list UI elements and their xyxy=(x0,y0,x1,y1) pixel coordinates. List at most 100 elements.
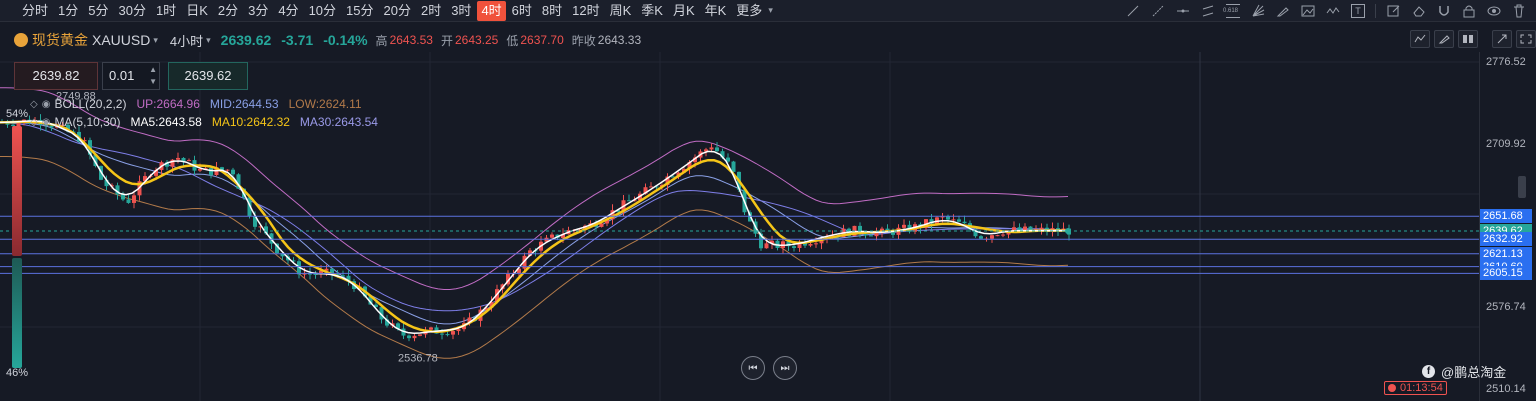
facebook-icon: f xyxy=(1422,365,1435,378)
level-price-label[interactable]: 2621.13 xyxy=(1480,246,1532,261)
pencil-icon[interactable] xyxy=(1272,1,1294,21)
fullscreen-icon[interactable] xyxy=(1516,30,1536,48)
candle-body xyxy=(132,195,136,203)
timeframe-12[interactable]: 2时 xyxy=(417,1,445,21)
axis-tick: 2576.74 xyxy=(1486,301,1526,314)
candle-body xyxy=(440,333,444,335)
stepper-up-icon[interactable]: ▲ xyxy=(149,64,157,76)
wave-icon[interactable] xyxy=(1322,1,1344,21)
symbol-name[interactable]: 现货黄金 xyxy=(32,30,88,50)
fib-icon[interactable]: 0.618 xyxy=(1222,1,1244,21)
timeframe-8[interactable]: 4分 xyxy=(274,1,302,21)
horizontal-line-icon[interactable] xyxy=(1172,1,1194,21)
level-price-label[interactable]: 2605.15 xyxy=(1480,266,1532,281)
candle-body xyxy=(126,199,131,203)
legend-eye-icon[interactable]: ◉ xyxy=(42,117,51,128)
shrink-icon[interactable] xyxy=(1492,30,1512,48)
ray-icon[interactable] xyxy=(1147,1,1169,21)
candle-body xyxy=(627,200,631,202)
scroll-start-button[interactable]: ⏮ xyxy=(741,356,765,380)
stepper-down-icon[interactable]: ▼ xyxy=(149,76,157,88)
text-icon[interactable]: T xyxy=(1347,1,1369,21)
level-price-label[interactable]: 2651.68 xyxy=(1480,209,1532,224)
timeframe-13[interactable]: 3时 xyxy=(447,1,475,21)
chart-style-icon[interactable] xyxy=(1410,30,1430,48)
timeframe-1[interactable]: 1分 xyxy=(54,1,82,21)
chart-corner-buttons xyxy=(1406,30,1536,48)
timeframe-4[interactable]: 1时 xyxy=(152,1,180,21)
boll-mid: MID:2644.53 xyxy=(209,97,279,111)
axis-scrollbar[interactable] xyxy=(1518,176,1526,198)
candle-body xyxy=(995,235,1000,237)
timeframe-17[interactable]: 12时 xyxy=(568,1,603,21)
high-value: 2643.53 xyxy=(389,33,433,47)
timeframe-7[interactable]: 3分 xyxy=(244,1,272,21)
timeframe-15[interactable]: 6时 xyxy=(508,1,536,21)
timeframe-3[interactable]: 30分 xyxy=(114,1,149,21)
candle-body xyxy=(946,216,950,220)
interval-caret-icon[interactable]: ▾ xyxy=(206,35,211,46)
eraser-icon[interactable] xyxy=(1408,1,1430,21)
candle-body xyxy=(957,219,961,222)
ma5-value: MA5:2643.58 xyxy=(130,115,202,129)
layout-icon[interactable] xyxy=(1458,30,1478,48)
timeframe-18[interactable]: 周K xyxy=(606,1,636,21)
timeframe-19[interactable]: 季K xyxy=(637,1,667,21)
candle-body xyxy=(225,169,230,171)
lock-icon[interactable] xyxy=(1458,1,1480,21)
timeframe-5[interactable]: 日K xyxy=(182,1,212,21)
interval-selector[interactable]: 4小时 xyxy=(170,31,203,50)
candle-body xyxy=(176,157,180,160)
image-icon[interactable] xyxy=(1297,1,1319,21)
candle-body xyxy=(209,168,213,176)
timeframe-11[interactable]: 20分 xyxy=(380,1,415,21)
timeframe-9[interactable]: 10分 xyxy=(305,1,340,21)
low-mark: 2536.78 xyxy=(398,352,438,364)
legend-collapse-icon[interactable]: ◇ xyxy=(30,117,38,128)
price-axis[interactable]: 2776.52 2709.92 2576.74 2510.14 2651.68 2639.… xyxy=(1479,52,1536,401)
candle-body xyxy=(764,243,769,249)
more-caret-icon[interactable]: ▾ xyxy=(768,5,773,16)
timeframe-2[interactable]: 5分 xyxy=(84,1,112,21)
trash-icon[interactable] xyxy=(1508,1,1530,21)
open-value: 2643.25 xyxy=(454,33,499,47)
candle-body xyxy=(902,224,906,228)
timeframe-16[interactable]: 8时 xyxy=(538,1,566,21)
prev-close-label: 昨收 xyxy=(571,33,596,48)
magnet-icon[interactable] xyxy=(1433,1,1455,21)
symbol-caret-icon[interactable]: ▾ xyxy=(153,35,158,46)
pen-icon[interactable] xyxy=(1434,30,1454,48)
candle-body xyxy=(792,246,796,248)
quantity-value[interactable]: 0.01 xyxy=(109,68,134,83)
timeframe-0[interactable]: 分时 xyxy=(18,1,52,21)
timeframe-20[interactable]: 月K xyxy=(669,1,699,21)
candle-body xyxy=(407,335,411,339)
candle-body xyxy=(814,243,818,245)
candle-body xyxy=(198,168,202,171)
timeframe-14[interactable]: 4时 xyxy=(477,0,506,21)
fan-icon[interactable] xyxy=(1247,1,1269,21)
ma-legend: ◇ ◉ MA(5,10,30) MA5:2643.58 MA10:2642.32… xyxy=(30,114,388,130)
eye-icon[interactable] xyxy=(1483,1,1505,21)
edit-icon[interactable] xyxy=(1383,1,1405,21)
symbol-code[interactable]: XAUUSD xyxy=(92,32,150,48)
sell-price-button[interactable]: 2639.82 xyxy=(14,62,98,90)
candle-body xyxy=(979,236,983,239)
parallel-channel-icon[interactable] xyxy=(1197,1,1219,21)
level-price-label[interactable]: 2632.92 xyxy=(1480,232,1532,247)
scroll-end-button[interactable]: ⏭ xyxy=(773,356,797,380)
bar-countdown: 01:13:54 xyxy=(1384,381,1447,395)
timeframe-22[interactable]: 更多 xyxy=(732,1,766,21)
buy-price-button[interactable]: 2639.62 xyxy=(168,62,248,90)
timeframe-21[interactable]: 年K xyxy=(701,1,731,21)
legend-eye-icon[interactable]: ◉ xyxy=(42,99,51,110)
timeframe-6[interactable]: 2分 xyxy=(214,1,242,21)
candle-body xyxy=(550,234,554,238)
timeframe-list: 分时 1分 5分 30分 1时 日K 2分 3分 4分 10分 15分 20分 2时 3时 4时 6时 8时 12… xyxy=(0,0,773,21)
trend-line-icon[interactable] xyxy=(1122,1,1144,21)
candle-body xyxy=(121,194,125,200)
legend-collapse-icon[interactable]: ◇ xyxy=(30,99,38,110)
quantity-stepper[interactable]: 0.01 ▲ ▼ xyxy=(102,62,160,90)
timeframe-10[interactable]: 15分 xyxy=(342,1,377,21)
candle-body xyxy=(181,157,186,162)
